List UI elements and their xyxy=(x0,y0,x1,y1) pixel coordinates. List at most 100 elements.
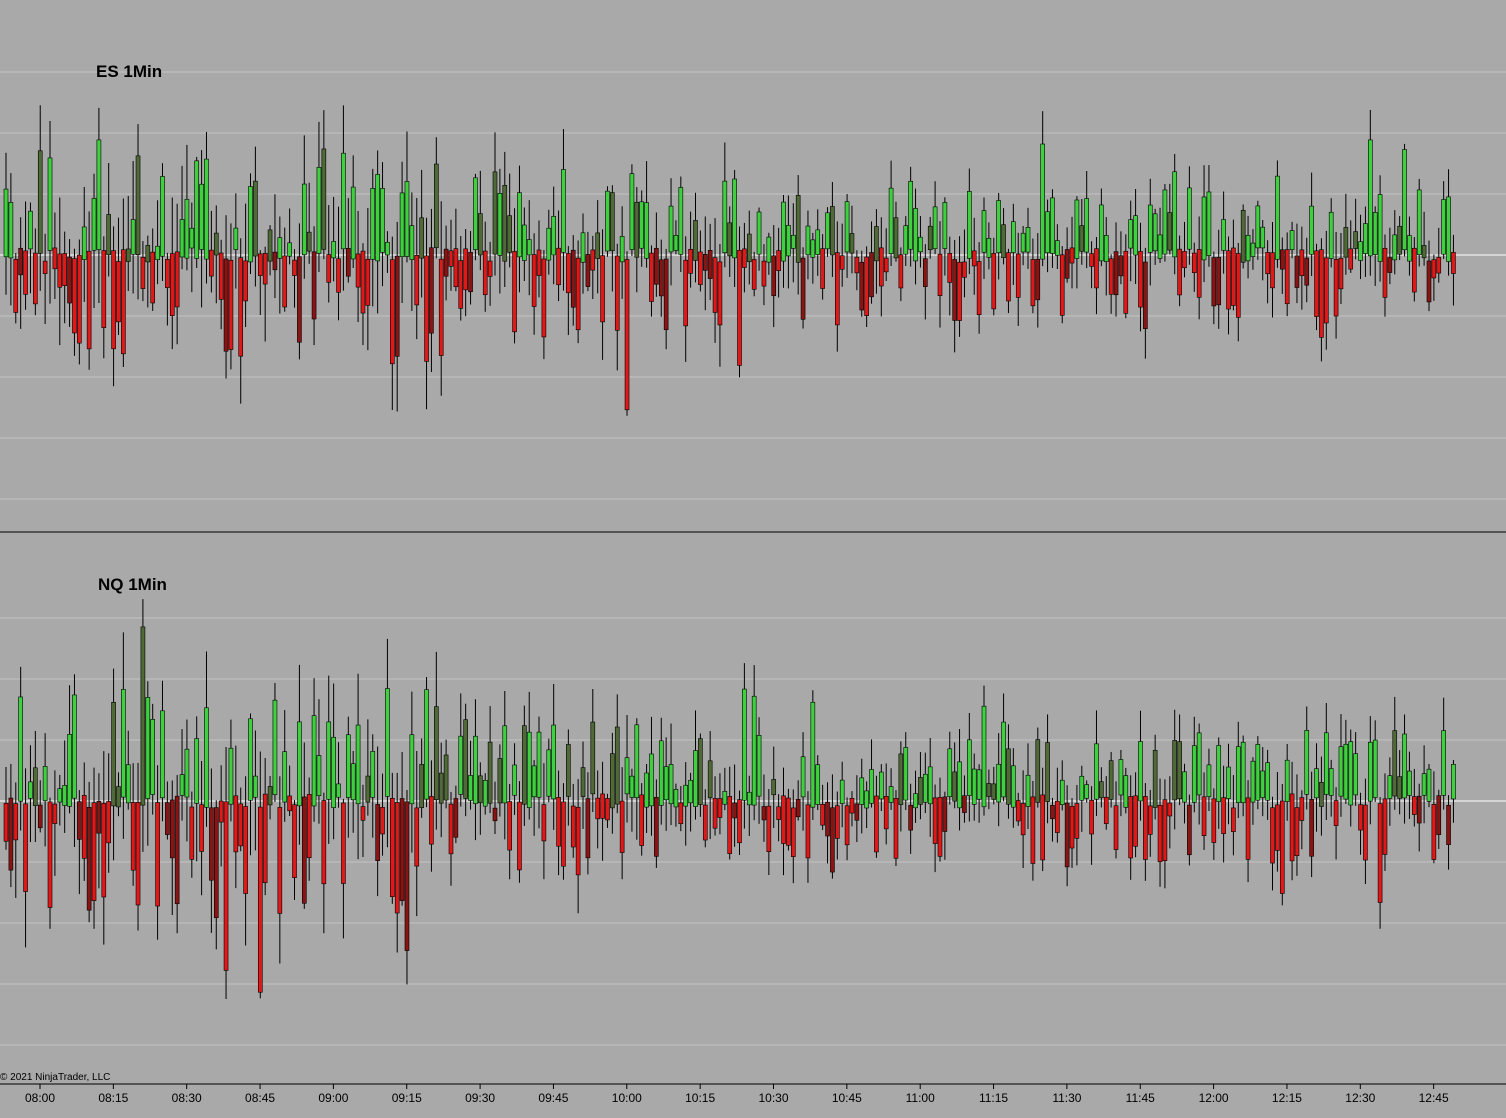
candle-body xyxy=(233,227,239,250)
candle-body xyxy=(57,253,63,288)
candle-body xyxy=(1338,257,1344,290)
candle-body xyxy=(820,248,825,289)
candle-body xyxy=(174,251,180,308)
candle-body xyxy=(590,721,596,795)
candle-body xyxy=(507,215,512,253)
candle-body xyxy=(1358,804,1363,831)
candle-body xyxy=(91,198,97,251)
candle-body xyxy=(590,249,596,271)
candle-body xyxy=(839,779,845,804)
candle-body xyxy=(834,805,840,839)
candle-body xyxy=(385,241,390,256)
candle-body xyxy=(688,248,693,274)
candle-body xyxy=(1157,805,1163,863)
candle-body xyxy=(1407,770,1412,796)
candle-body xyxy=(194,160,200,259)
candle-body xyxy=(923,258,928,287)
candle-body xyxy=(766,236,772,263)
candle-body xyxy=(678,802,684,825)
candle-body xyxy=(1055,240,1060,256)
candle-body xyxy=(1343,743,1349,800)
candle-body xyxy=(311,715,317,807)
candle-body xyxy=(37,150,43,254)
candle-body xyxy=(1284,249,1290,305)
candle-body xyxy=(1074,199,1080,259)
candle-body xyxy=(698,738,703,805)
candle-body xyxy=(502,725,508,804)
candle-body xyxy=(111,250,116,350)
candle-body xyxy=(1299,249,1305,276)
candle-body xyxy=(644,202,649,259)
candle-body xyxy=(1147,204,1153,253)
candle-body xyxy=(1372,212,1378,255)
candle-body xyxy=(28,210,33,250)
candle-body xyxy=(883,257,889,273)
candle-body xyxy=(1275,804,1280,851)
candle-body xyxy=(468,252,473,293)
candle-body xyxy=(879,771,884,800)
candle-body xyxy=(1363,223,1368,254)
candle-body xyxy=(394,255,400,357)
candle-body xyxy=(1240,741,1246,804)
candle-body xyxy=(13,259,19,313)
candle-body xyxy=(810,239,816,258)
candle-body xyxy=(72,258,77,334)
candle-body xyxy=(771,255,777,297)
candle-body xyxy=(223,801,229,971)
candle-body xyxy=(746,233,752,263)
candle-body xyxy=(981,705,987,808)
candle-body xyxy=(1402,149,1407,251)
candle-body xyxy=(1255,205,1261,249)
candle-body xyxy=(786,224,791,257)
x-tick-label: 11:45 xyxy=(1126,1091,1155,1105)
candle-body xyxy=(742,248,747,268)
candle-body xyxy=(1436,795,1442,835)
candle-body xyxy=(1294,255,1300,288)
candle-body xyxy=(927,225,933,251)
candle-body xyxy=(1431,259,1437,279)
candle-body xyxy=(116,786,121,808)
candle-body xyxy=(869,769,874,804)
candle-body xyxy=(1074,803,1080,839)
candle-body xyxy=(135,802,141,906)
candle-body xyxy=(33,252,38,305)
candle-body xyxy=(600,255,605,323)
candle-body xyxy=(169,253,175,317)
candle-body xyxy=(776,250,781,271)
candle-body xyxy=(253,180,258,257)
candle-body xyxy=(526,239,532,256)
candle-body xyxy=(1191,745,1197,803)
candle-body xyxy=(360,250,366,314)
candle-body xyxy=(976,769,982,800)
candle-body xyxy=(1221,797,1226,834)
candle-body xyxy=(1387,257,1393,273)
candle-body xyxy=(1128,796,1133,859)
candle-body xyxy=(42,260,48,274)
x-tick-label: 09:45 xyxy=(538,1091,568,1105)
candle-body xyxy=(1328,211,1334,259)
candle-body xyxy=(610,192,615,252)
candle-body xyxy=(1113,251,1119,296)
candle-body xyxy=(546,227,552,261)
candle-body xyxy=(1441,730,1446,796)
x-tick-label: 11:15 xyxy=(979,1091,1008,1105)
candle-body xyxy=(668,205,674,253)
candle-body xyxy=(512,764,517,796)
candle-body xyxy=(531,765,537,798)
candle-body xyxy=(91,802,97,901)
candle-body xyxy=(3,188,9,258)
candle-body xyxy=(893,798,899,859)
candle-body xyxy=(639,201,645,249)
candle-body xyxy=(634,724,640,798)
candle-body xyxy=(204,158,209,260)
x-tick-label: 12:30 xyxy=(1345,1091,1375,1105)
candle-body xyxy=(737,249,742,366)
candle-body xyxy=(257,806,263,993)
candle-body xyxy=(771,779,777,796)
candle-body xyxy=(409,225,415,260)
candle-body xyxy=(614,255,620,331)
candle-body xyxy=(507,801,512,851)
candle-body xyxy=(67,256,72,304)
candle-body xyxy=(165,802,170,835)
candle-body xyxy=(174,795,180,905)
